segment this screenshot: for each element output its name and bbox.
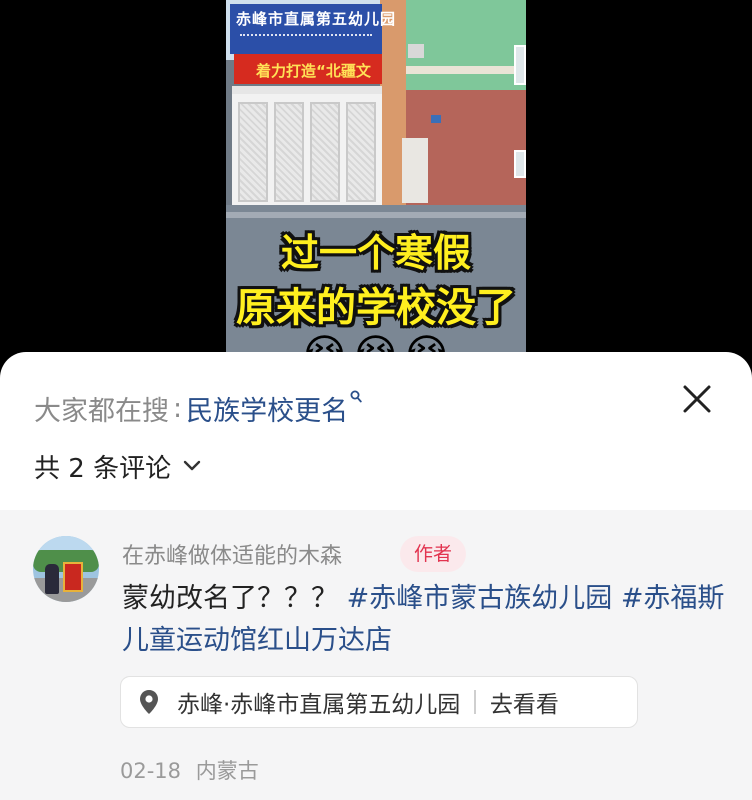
video-mongolian-script [240,34,372,44]
video-door-plate [431,115,441,123]
video-red-banner: 着力打造“北疆文 [234,54,382,84]
comment-text: 蒙幼改名了？？？ [122,583,338,614]
comment-count-label: 共 2 条评论 [34,453,172,484]
video-building-stripe [404,66,526,74]
video-red-banner-text: 着力打造“北疆文 [256,62,371,80]
comment-sheet: 大家都在搜 : 民族学校更名 共 2 条评论 在赤峰做体适能的木森 作者 蒙幼改… [0,352,752,800]
video-gate-panel [346,102,376,202]
location-pin-icon [140,690,158,714]
video-caption-line2: 原来的学校没了 [236,285,516,331]
video-window [514,150,526,178]
video-curb [226,212,526,218]
video-ac-unit [408,44,424,58]
video-gate-panel [238,102,268,202]
video-caption-line1: 过一个寒假 [280,231,471,275]
chevron-down-icon [183,460,201,471]
comment-date: 02-18 [120,759,182,783]
trending-search-prefix: 大家都在搜 [34,395,169,427]
location-chip[interactable]: 赤峰·赤峰市直属第五幼儿园 去看看 [120,676,638,728]
location-divider [474,690,476,714]
hashtag-link[interactable]: #赤峰市蒙古族幼儿园 [347,583,613,614]
close-icon[interactable] [680,382,714,416]
comment-count-toggle[interactable]: 共 2 条评论 [34,448,201,484]
video-school-sign: 赤峰市直属第五幼儿园 [230,4,395,54]
trending-search-separator: : [173,392,183,424]
comment-region: 内蒙古 [195,759,259,783]
video-school-gate [232,86,382,206]
video-frame[interactable]: 赤峰市直属第五幼儿园 着力打造“北疆文 过一个寒假 原来的学校没了 😭😭😭 [226,0,526,380]
trending-search-row[interactable]: 大家都在搜 : 民族学校更名 [34,389,362,428]
trending-search-term[interactable]: 民族学校更名 [186,389,348,428]
search-icon[interactable] [350,389,362,408]
avatar[interactable] [33,536,99,602]
comment-username[interactable]: 在赤峰做体适能的木森 [122,538,342,570]
location-go-link[interactable]: 去看看 [490,685,559,719]
author-badge: 作者 [400,536,466,572]
video-gate-panel [274,102,304,202]
comment-item: 在赤峰做体适能的木森 作者 蒙幼改名了？？？ #赤峰市蒙古族幼儿园 #赤福斯儿童… [0,510,752,800]
video-window [514,45,526,85]
location-name: 赤峰·赤峰市直属第五幼儿园 [177,692,461,718]
video-gate-panel [310,102,340,202]
comment-body: 蒙幼改名了？？？ #赤峰市蒙古族幼儿园 #赤福斯儿童运动馆红山万达店 [122,578,732,662]
video-school-sign-text: 赤峰市直属第五幼儿园 [236,10,397,28]
video-side-door [402,138,428,203]
comment-meta: 02-18 内蒙古 [120,755,259,785]
video-player[interactable]: 赤峰市直属第五幼儿园 着力打造“北疆文 过一个寒假 原来的学校没了 😭😭😭 [0,0,752,380]
